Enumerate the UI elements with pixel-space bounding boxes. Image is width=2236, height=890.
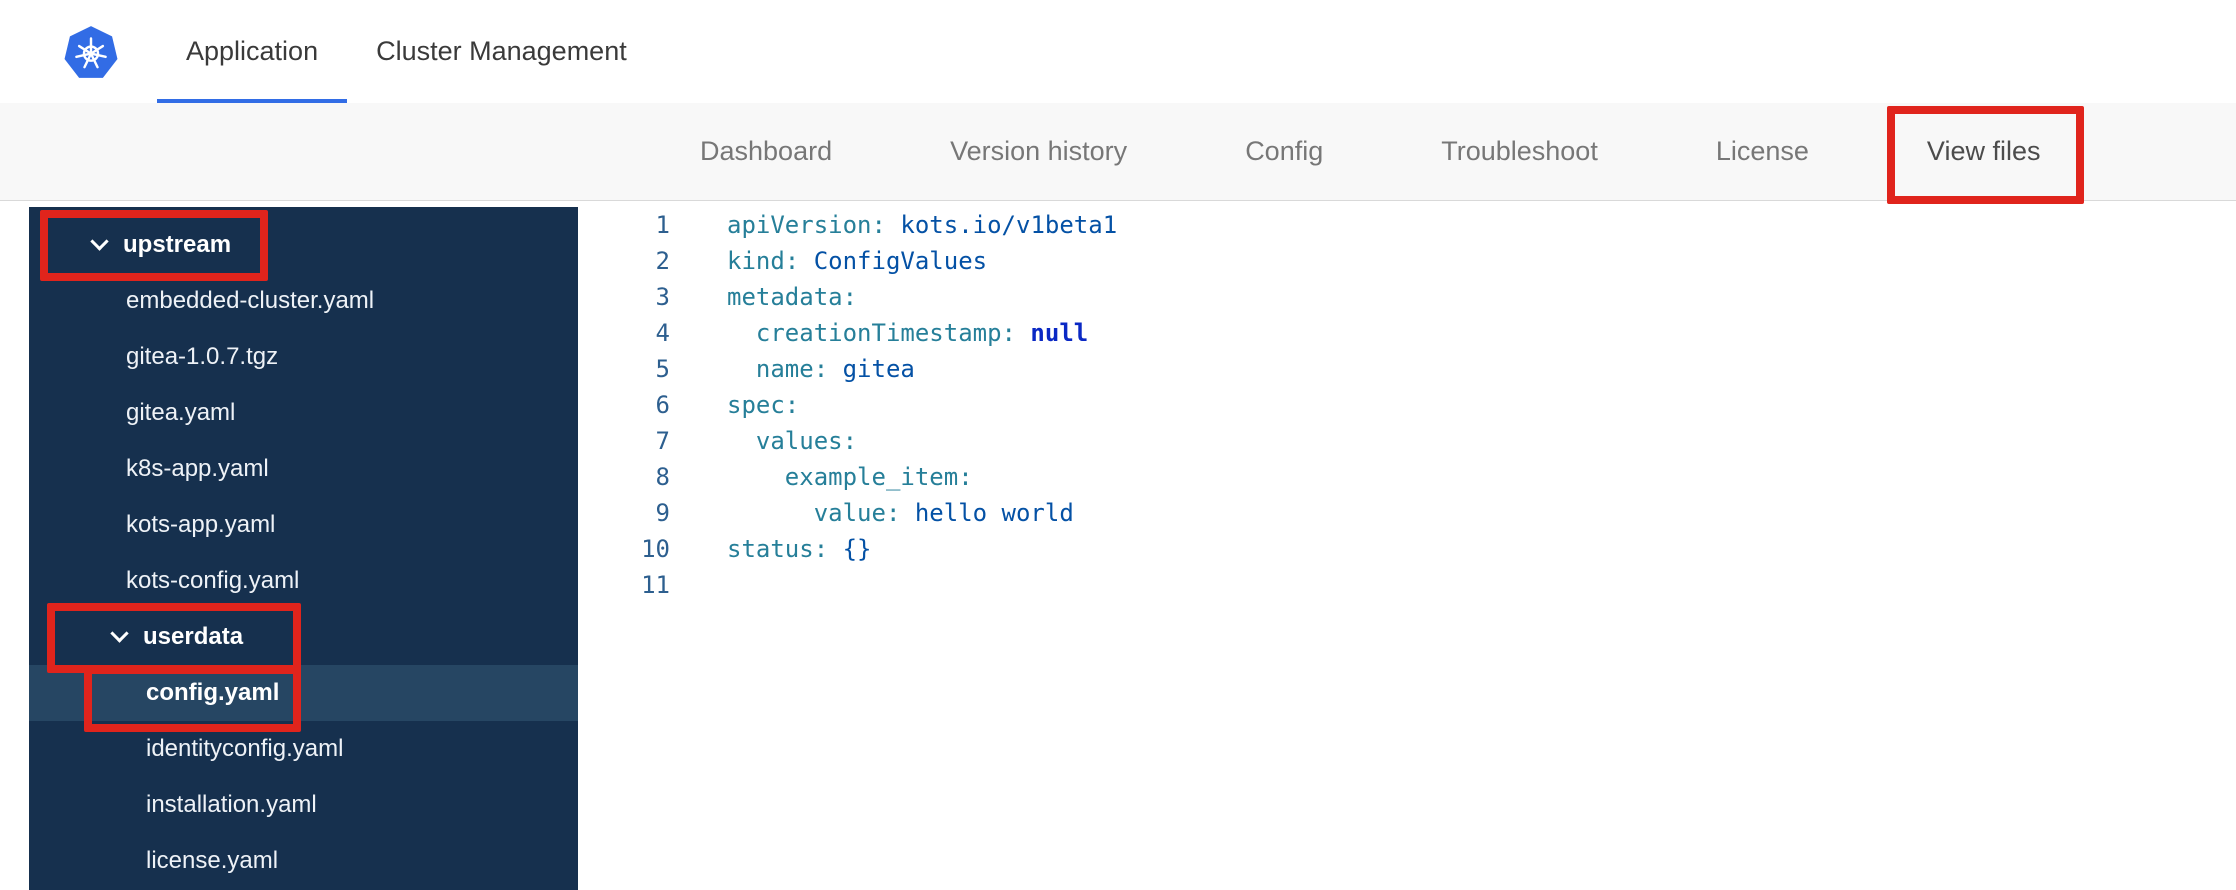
yaml-value: hello world: [900, 499, 1074, 527]
tab-cluster-management-label: Cluster Management: [376, 36, 627, 66]
yaml-value: ConfigValues: [799, 247, 988, 275]
kubernetes-logo-icon: [64, 25, 118, 79]
tree-file-label: k8s-app.yaml: [126, 455, 269, 482]
tree-file-label: config.yaml: [146, 679, 280, 706]
subnav-item-label: View files: [1926, 136, 2041, 166]
line-number: 6: [655, 391, 670, 419]
top-tabs: Application Cluster Management: [157, 0, 656, 103]
code-line: 7 values:: [578, 423, 2236, 459]
tab-application-label: Application: [186, 36, 319, 66]
code-editor[interactable]: 1 apiVersion: kots.io/v1beta1 2 kind: Co…: [578, 201, 2236, 890]
code-line: 2 kind: ConfigValues: [578, 243, 2236, 279]
code-line: 9 value: hello world: [578, 495, 2236, 531]
code-line: 3 metadata:: [578, 279, 2236, 315]
line-number: 8: [655, 463, 670, 491]
yaml-key: name:: [727, 355, 829, 383]
yaml-key: creationTimestamp:: [727, 319, 1016, 347]
tree-file-label: installation.yaml: [146, 791, 317, 818]
subnav-item-view-files[interactable]: View files: [1886, 103, 2085, 204]
yaml-value: gitea: [828, 355, 915, 383]
tree-file-label: kots-app.yaml: [126, 511, 276, 538]
yaml-value: {}: [828, 535, 872, 563]
subnav-item-config[interactable]: Config: [1245, 103, 1323, 200]
page: { "topbar": { "tabs": [ { "label": "Appl…: [0, 0, 2236, 890]
code-line: 11: [578, 567, 2236, 603]
tree-file-gitea-yaml[interactable]: gitea.yaml: [29, 385, 578, 441]
tree-file-label: kots-config.yaml: [126, 567, 300, 594]
code-line: 6 spec:: [578, 387, 2236, 423]
subnav-item-label: Troubleshoot: [1441, 136, 1598, 166]
tree-file-label: embedded-cluster.yaml: [126, 287, 375, 314]
line-number: 4: [655, 319, 670, 347]
file-tree-sidebar: upstream embedded-cluster.yaml gitea-1.0…: [29, 207, 578, 890]
subnav-item-label: Version history: [950, 136, 1128, 166]
tree-file-embedded-cluster-yaml[interactable]: embedded-cluster.yaml: [29, 273, 578, 329]
tree-file-label: identityconfig.yaml: [146, 735, 344, 762]
yaml-key: spec:: [727, 391, 800, 419]
code-line: 10 status: {}: [578, 531, 2236, 567]
code-line: 4 creationTimestamp: null: [578, 315, 2236, 351]
line-number: 1: [655, 211, 670, 239]
tree-file-config-yaml[interactable]: config.yaml: [29, 665, 578, 721]
tree-file-label: license.yaml: [146, 847, 279, 874]
chevron-down-icon: [90, 232, 109, 251]
yaml-value: kots.io/v1beta1: [885, 211, 1118, 239]
yaml-value: null: [1015, 319, 1089, 347]
subnav-item-label: Config: [1245, 136, 1324, 166]
line-number: 2: [655, 247, 670, 275]
tree-file-license-yaml[interactable]: license.yaml: [29, 833, 578, 889]
code-line: 5 name: gitea: [578, 351, 2236, 387]
tree-file-identityconfig-yaml[interactable]: identityconfig.yaml: [29, 721, 578, 777]
chevron-down-icon: [110, 624, 129, 643]
tree-file-label: gitea.yaml: [126, 399, 236, 426]
code-line: 8 example_item:: [578, 459, 2236, 495]
subnav-item-dashboard[interactable]: Dashboard: [700, 103, 832, 200]
subnav: Dashboard Version history Config Trouble…: [0, 103, 2236, 204]
tree-folder-label: upstream: [123, 231, 232, 258]
topbar: Application Cluster Management: [0, 0, 2236, 103]
tree-file-label: gitea-1.0.7.tgz: [126, 343, 279, 370]
yaml-key: value:: [727, 499, 901, 527]
tree-folder-upstream[interactable]: upstream: [29, 217, 578, 273]
yaml-key: example_item:: [727, 463, 973, 491]
line-number: 3: [655, 283, 670, 311]
line-number: 7: [655, 427, 670, 455]
tree-folder-userdata[interactable]: userdata: [29, 609, 578, 665]
subnav-item-version-history[interactable]: Version history: [950, 103, 1127, 200]
code-line: 1 apiVersion: kots.io/v1beta1: [578, 207, 2236, 243]
tab-application[interactable]: Application: [157, 0, 348, 103]
yaml-key: status:: [727, 535, 829, 563]
subnav-item-troubleshoot[interactable]: Troubleshoot: [1441, 103, 1598, 200]
tree-file-installation-yaml[interactable]: installation.yaml: [29, 777, 578, 833]
yaml-key: kind:: [727, 247, 800, 275]
yaml-key: values:: [727, 427, 858, 455]
subnav-item-label: Dashboard: [700, 136, 833, 166]
tree-file-k8s-app-yaml[interactable]: k8s-app.yaml: [29, 441, 578, 497]
tree-folder-label: userdata: [143, 623, 244, 650]
line-number: 10: [641, 535, 670, 563]
subnav-item-label: License: [1715, 136, 1809, 166]
yaml-key: apiVersion:: [727, 211, 886, 239]
tree-file-gitea-1-0-7-tgz[interactable]: gitea-1.0.7.tgz: [29, 329, 578, 385]
yaml-key: metadata:: [727, 283, 858, 311]
tab-cluster-management[interactable]: Cluster Management: [347, 0, 656, 103]
subnav-item-license[interactable]: License: [1716, 103, 1809, 200]
line-number: 5: [655, 355, 670, 383]
tree-file-kots-config-yaml[interactable]: kots-config.yaml: [29, 553, 578, 609]
tree-file-kots-app-yaml[interactable]: kots-app.yaml: [29, 497, 578, 553]
line-number: 9: [655, 499, 670, 527]
line-number: 11: [641, 571, 670, 599]
